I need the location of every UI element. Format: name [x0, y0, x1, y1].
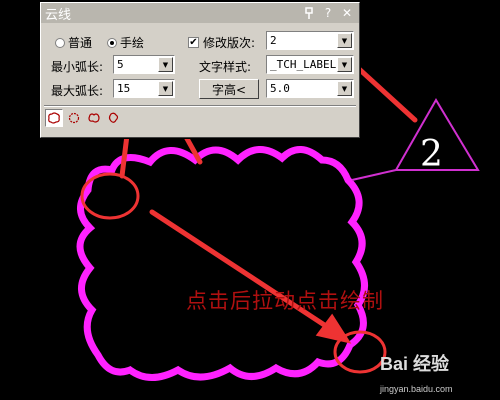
text-style-value: _TCH_LABEL: [270, 58, 337, 71]
divider: [44, 105, 356, 107]
radio-freehand-label: 手绘: [120, 36, 145, 50]
triangle-leader: [351, 169, 397, 181]
cloud-circle-icon[interactable]: [65, 109, 83, 127]
chevron-down-icon[interactable]: ▼: [337, 81, 352, 96]
watermark-logo: Bai 经验: [380, 354, 450, 374]
cloud-polygon-icon[interactable]: [85, 109, 103, 127]
text-height-value: 5.0: [270, 82, 290, 95]
text-height-button[interactable]: 字高<: [199, 79, 259, 99]
revision-cloud: [76, 146, 368, 381]
text-style-label: 文字样式:: [199, 60, 252, 74]
dialog-title: 云线: [45, 7, 72, 23]
start-circle: [80, 172, 140, 220]
radio-freehand-indicator[interactable]: [107, 37, 117, 48]
cloud-rect-icon[interactable]: [45, 109, 63, 127]
radio-normal-indicator[interactable]: [55, 37, 65, 48]
revision-label: 修改版次:: [203, 36, 256, 50]
min-arc-label: 最小弧长:: [51, 60, 104, 74]
radio-freehand[interactable]: 手绘: [107, 34, 144, 51]
instruction-text: 点击后拉动点击绘制: [186, 289, 384, 313]
min-arc-combo[interactable]: 5 ▼: [113, 55, 175, 74]
chevron-down-icon[interactable]: ▼: [158, 57, 173, 72]
chevron-down-icon[interactable]: ▼: [158, 81, 173, 96]
chevron-down-icon[interactable]: ▼: [337, 57, 352, 72]
revision-cloud-dialog: 云线 ? ✕ 普通 手绘 ✔ 修改版次: 2 ▼ 最小弧长: 5 ▼ 文字样式:…: [40, 2, 360, 138]
dialog-titlebar[interactable]: 云线 ? ✕: [41, 3, 359, 23]
close-icon[interactable]: ✕: [339, 5, 355, 21]
pin-icon[interactable]: [301, 5, 317, 21]
max-arc-combo[interactable]: 15 ▼: [113, 79, 175, 98]
revision-number: 2: [420, 134, 443, 175]
text-style-combo[interactable]: _TCH_LABEL ▼: [266, 55, 354, 74]
max-arc-value: 15: [117, 82, 131, 95]
help-icon[interactable]: ?: [320, 5, 336, 21]
chevron-down-icon[interactable]: ▼: [337, 33, 352, 48]
revision-checkbox[interactable]: ✔ 修改版次:: [188, 34, 255, 51]
min-arc-value: 5: [117, 58, 124, 71]
radio-normal[interactable]: 普通: [55, 34, 92, 51]
revision-combo[interactable]: 2 ▼: [266, 31, 354, 50]
revision-value: 2: [270, 34, 277, 47]
watermark-url: jingyan.baidu.com: [380, 384, 453, 394]
text-height-combo[interactable]: 5.0 ▼: [266, 79, 354, 98]
radio-normal-label: 普通: [68, 36, 93, 50]
revision-check-indicator[interactable]: ✔: [188, 37, 199, 48]
max-arc-label: 最大弧长:: [51, 84, 104, 98]
cloud-select-icon[interactable]: [105, 109, 123, 127]
